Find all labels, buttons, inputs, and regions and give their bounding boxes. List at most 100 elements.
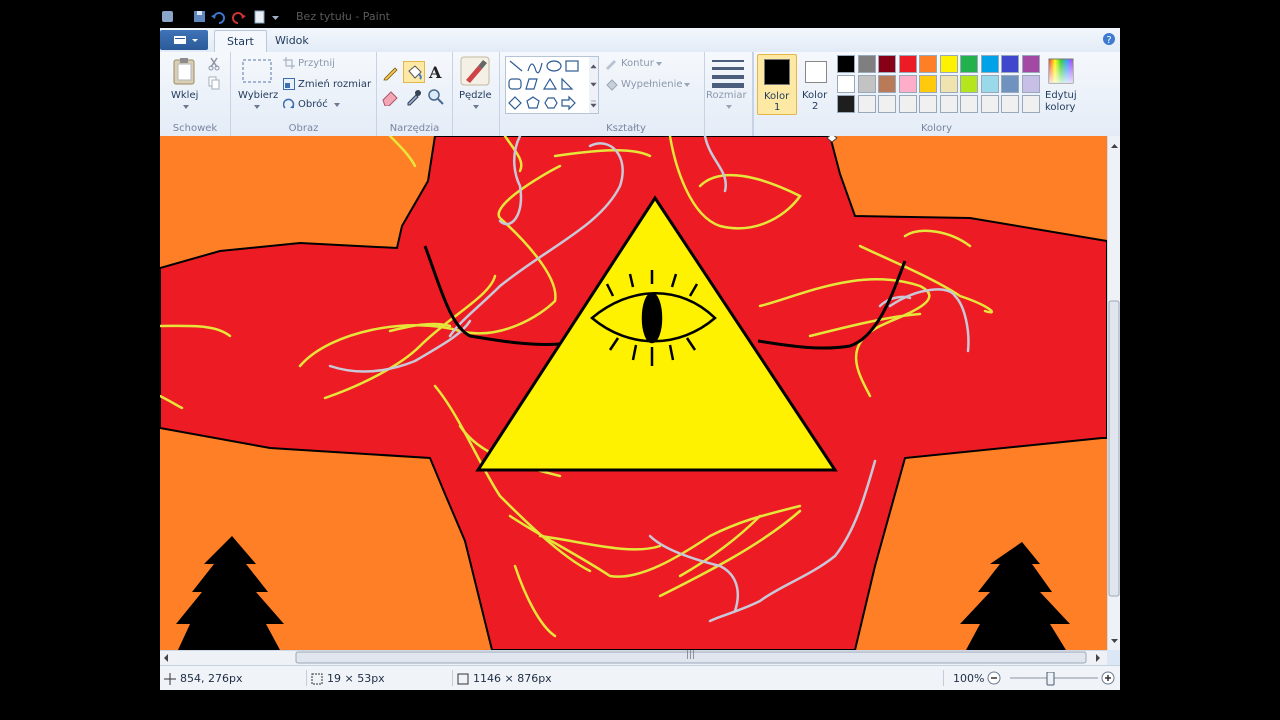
outline-dropdown-icon[interactable]	[656, 62, 662, 66]
palette-swatch[interactable]	[980, 95, 999, 113]
palette-swatch[interactable]	[980, 75, 999, 93]
tab-start[interactable]: Start	[214, 30, 267, 52]
file-menu-button[interactable]	[160, 30, 208, 50]
eraser-icon[interactable]	[381, 88, 401, 106]
scroll-right-arrow-icon[interactable]	[1096, 654, 1100, 662]
zoom-in-icon[interactable]	[1101, 671, 1115, 685]
palette-swatch[interactable]	[980, 55, 999, 73]
brushes-label[interactable]: Pędzle	[459, 90, 492, 101]
palette-swatch[interactable]	[960, 95, 978, 113]
palette-swatch[interactable]	[960, 75, 978, 93]
outline-label[interactable]: Kontur	[621, 58, 654, 69]
polygon-shape-icon[interactable]	[525, 78, 538, 90]
copy-icon[interactable]	[208, 76, 220, 90]
rounded-rect-shape-icon[interactable]	[508, 78, 522, 90]
oval-shape-icon[interactable]	[546, 60, 562, 72]
palette-swatch[interactable]	[898, 75, 917, 93]
drawing-canvas[interactable]	[160, 136, 1107, 650]
palette-swatch[interactable]	[837, 95, 855, 113]
palette-swatch[interactable]	[857, 95, 876, 113]
color2-button[interactable]: Kolor 2	[798, 54, 836, 113]
palette-swatch[interactable]	[1001, 75, 1019, 93]
canvas-area[interactable]	[160, 136, 1107, 650]
zoom-slider[interactable]	[1008, 672, 1104, 686]
scroll-up-arrow-icon[interactable]	[1111, 144, 1118, 148]
edit-colors-icon[interactable]	[1048, 58, 1074, 84]
palette-swatch[interactable]	[939, 95, 958, 113]
zoom-slider-thumb[interactable]	[1046, 672, 1055, 686]
rotate-label[interactable]: Obróć	[298, 99, 328, 110]
palette-swatch[interactable]	[960, 55, 978, 73]
scroll-down-arrow-icon[interactable]	[1111, 639, 1118, 643]
pentagon-shape-icon[interactable]	[526, 96, 540, 109]
undo-icon[interactable]	[211, 12, 225, 24]
paint-app-icon[interactable]	[162, 11, 173, 22]
pencil-icon[interactable]	[381, 62, 401, 82]
edit-colors-label-2[interactable]: kolory	[1045, 102, 1075, 113]
palette-swatch[interactable]	[1021, 95, 1040, 113]
fill-label[interactable]: Wypełnienie	[621, 79, 683, 90]
select-label[interactable]: Wybierz	[238, 90, 278, 101]
cut-icon[interactable]	[208, 57, 220, 71]
fill-tool-button[interactable]	[403, 61, 425, 83]
palette-swatch[interactable]	[919, 55, 937, 73]
size-dropdown-icon[interactable]	[726, 105, 732, 109]
size-label[interactable]: Rozmiar	[706, 90, 747, 101]
palette-swatch[interactable]	[898, 55, 917, 73]
palette-swatch[interactable]	[837, 75, 855, 93]
outline-icon[interactable]	[604, 58, 618, 70]
resize-label[interactable]: Zmień rozmiar	[298, 79, 371, 90]
fill-dropdown-icon[interactable]	[684, 83, 690, 87]
tab-widok[interactable]: Widok	[263, 30, 321, 51]
zoom-out-icon[interactable]	[987, 671, 1001, 685]
magnifier-icon[interactable]	[427, 88, 445, 106]
palette-swatch[interactable]	[878, 95, 896, 113]
brush-icon[interactable]	[460, 56, 490, 86]
palette-swatch[interactable]	[1001, 55, 1019, 73]
fill-shape-icon[interactable]	[604, 78, 618, 92]
text-tool-icon[interactable]: A	[427, 62, 445, 82]
arrow-right-shape-icon[interactable]	[561, 95, 576, 111]
save-icon[interactable]	[194, 11, 205, 22]
redo-icon[interactable]	[232, 12, 246, 24]
palette-swatch[interactable]	[837, 55, 855, 73]
color-picker-icon[interactable]	[405, 88, 423, 106]
curve-shape-icon[interactable]	[527, 62, 543, 74]
rotate-dropdown-icon[interactable]	[334, 103, 340, 107]
new-file-icon[interactable]	[254, 10, 265, 24]
palette-swatch[interactable]	[1021, 55, 1040, 73]
brushes-dropdown-icon[interactable]	[473, 105, 479, 109]
palette-swatch[interactable]	[857, 55, 876, 73]
palette-swatch[interactable]	[939, 55, 958, 73]
palette-swatch[interactable]	[878, 55, 896, 73]
vertical-scroll-thumb[interactable]	[1108, 300, 1120, 597]
palette-swatch[interactable]	[919, 75, 937, 93]
paste-icon[interactable]	[172, 56, 198, 86]
hexagon-shape-icon[interactable]	[544, 97, 558, 109]
color1-button[interactable]: Kolor 1	[757, 54, 797, 115]
paste-dropdown-icon[interactable]	[183, 105, 189, 109]
rectangle-shape-icon[interactable]	[565, 60, 579, 72]
help-icon[interactable]: ?	[1102, 32, 1116, 46]
size-icon[interactable]	[711, 58, 745, 88]
palette-swatch[interactable]	[1021, 75, 1040, 93]
horizontal-scrollbar[interactable]: |||	[160, 650, 1107, 665]
edit-colors-label[interactable]: Edytuj	[1045, 90, 1077, 101]
paste-label[interactable]: Wklej	[171, 90, 198, 101]
scroll-left-arrow-icon[interactable]	[164, 654, 168, 662]
right-triangle-shape-icon[interactable]	[561, 77, 574, 90]
vertical-scrollbar[interactable]	[1107, 136, 1120, 650]
palette-swatch[interactable]	[939, 75, 958, 93]
palette-swatch[interactable]	[857, 75, 876, 93]
palette-swatch[interactable]	[919, 95, 937, 113]
line-shape-icon[interactable]	[509, 60, 523, 72]
palette-swatch[interactable]	[1001, 95, 1019, 113]
rotate-icon[interactable]	[283, 98, 295, 110]
crop-icon[interactable]	[283, 57, 295, 69]
triangle-shape-icon[interactable]	[542, 77, 558, 90]
crop-label[interactable]: Przytnij	[298, 58, 335, 69]
select-dropdown-icon[interactable]	[254, 105, 260, 109]
shapes-gallery-scroll[interactable]	[589, 56, 599, 114]
diamond-shape-icon[interactable]	[508, 96, 522, 110]
palette-swatch[interactable]	[878, 75, 896, 93]
